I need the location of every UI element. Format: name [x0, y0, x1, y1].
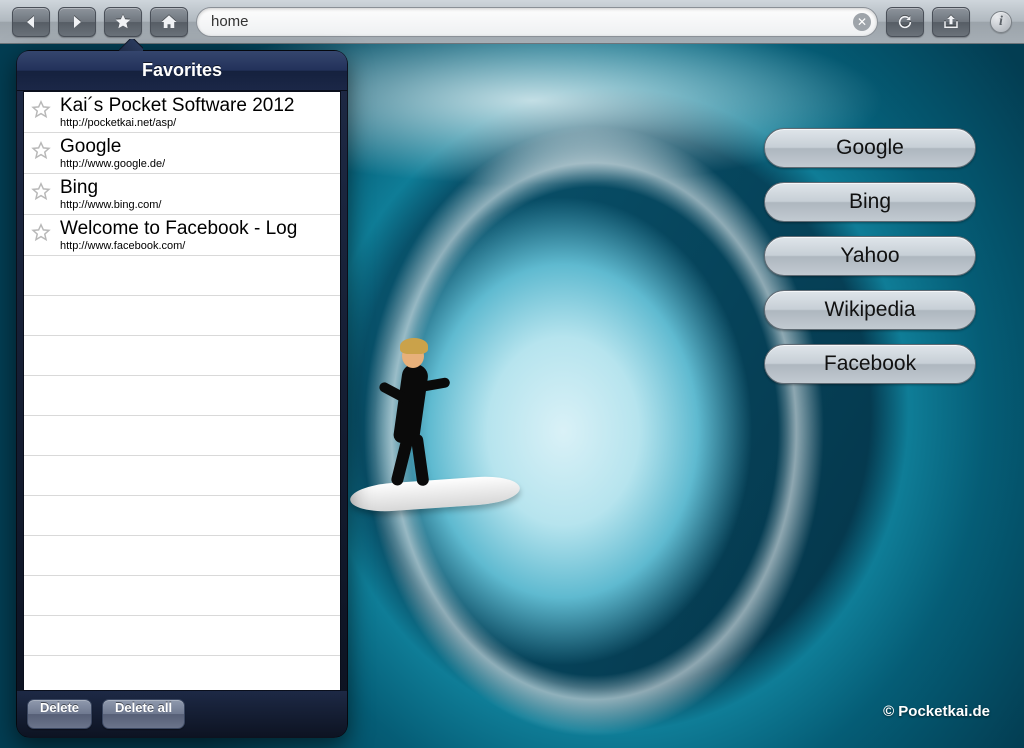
- list-item: [24, 336, 340, 376]
- address-input[interactable]: [211, 13, 845, 30]
- favorite-text: Google http://www.google.de/: [60, 136, 165, 171]
- info-button[interactable]: i: [990, 11, 1012, 33]
- favorite-title: Welcome to Facebook - Log: [60, 218, 297, 240]
- list-item: [24, 376, 340, 416]
- favorite-row[interactable]: Welcome to Facebook - Log http://www.fac…: [24, 215, 340, 256]
- quicklink-label: Bing: [849, 190, 891, 214]
- quicklink-wikipedia[interactable]: Wikipedia: [764, 290, 976, 330]
- quicklink-yahoo[interactable]: Yahoo: [764, 236, 976, 276]
- quicklink-facebook[interactable]: Facebook: [764, 344, 976, 384]
- favorites-list[interactable]: Kai´s Pocket Software 2012 http://pocket…: [23, 91, 341, 691]
- list-item: [24, 496, 340, 536]
- favorite-url: http://www.google.de/: [60, 158, 165, 171]
- reload-icon: [897, 14, 913, 30]
- star-outline-icon: [30, 222, 52, 244]
- favorite-row[interactable]: Google http://www.google.de/: [24, 133, 340, 174]
- list-item: [24, 576, 340, 616]
- favorite-title: Kai´s Pocket Software 2012: [60, 95, 294, 117]
- delete-all-button[interactable]: Delete all: [102, 699, 185, 729]
- favorites-popover: Favorites Kai´s Pocket Software 2012 htt…: [16, 50, 348, 738]
- list-item: [24, 656, 340, 691]
- list-item: [24, 536, 340, 576]
- favorite-title: Google: [60, 136, 165, 158]
- star-outline-icon: [30, 140, 52, 162]
- address-bar[interactable]: ✕: [196, 7, 878, 37]
- toolbar: ✕ i: [0, 0, 1024, 44]
- back-icon: [23, 14, 39, 30]
- share-icon: [942, 13, 960, 31]
- favorite-url: http://www.facebook.com/: [60, 240, 297, 253]
- quicklink-label: Wikipedia: [824, 298, 915, 322]
- quicklink-bing[interactable]: Bing: [764, 182, 976, 222]
- favorite-text: Kai´s Pocket Software 2012 http://pocket…: [60, 95, 294, 130]
- list-item: [24, 296, 340, 336]
- list-item: [24, 456, 340, 496]
- favorite-url: http://www.bing.com/: [60, 199, 162, 212]
- quicklink-label: Facebook: [824, 352, 916, 376]
- star-icon: [114, 13, 132, 31]
- star-outline-icon: [30, 99, 52, 121]
- list-item: [24, 256, 340, 296]
- quicklink-google[interactable]: Google: [764, 128, 976, 168]
- delete-button[interactable]: Delete: [27, 699, 92, 729]
- quicklink-label: Google: [836, 136, 904, 160]
- popover-title: Favorites: [17, 51, 347, 91]
- favorite-text: Bing http://www.bing.com/: [60, 177, 162, 212]
- star-outline-icon: [30, 181, 52, 203]
- favorite-row[interactable]: Bing http://www.bing.com/: [24, 174, 340, 215]
- home-button[interactable]: [150, 7, 188, 37]
- reload-button[interactable]: [886, 7, 924, 37]
- favorite-title: Bing: [60, 177, 162, 199]
- list-item: [24, 416, 340, 456]
- popover-footer: Delete Delete all: [17, 691, 347, 737]
- info-icon: i: [999, 14, 1003, 30]
- favorite-row[interactable]: Kai´s Pocket Software 2012 http://pocket…: [24, 92, 340, 133]
- list-item: [24, 616, 340, 656]
- close-icon: ✕: [857, 15, 867, 29]
- surfer-graphic: [360, 324, 480, 524]
- quicklink-label: Yahoo: [840, 244, 899, 268]
- back-button[interactable]: [12, 7, 50, 37]
- forward-button[interactable]: [58, 7, 96, 37]
- copyright: © Pocketkai.de: [883, 703, 990, 720]
- forward-icon: [69, 14, 85, 30]
- favorites-button[interactable]: [104, 7, 142, 37]
- home-icon: [160, 13, 178, 31]
- clear-address-button[interactable]: ✕: [853, 13, 871, 31]
- favorite-url: http://pocketkai.net/asp/: [60, 117, 294, 130]
- favorite-text: Welcome to Facebook - Log http://www.fac…: [60, 218, 297, 253]
- share-button[interactable]: [932, 7, 970, 37]
- popover-arrow: [119, 39, 143, 51]
- quick-links: Google Bing Yahoo Wikipedia Facebook: [764, 128, 976, 384]
